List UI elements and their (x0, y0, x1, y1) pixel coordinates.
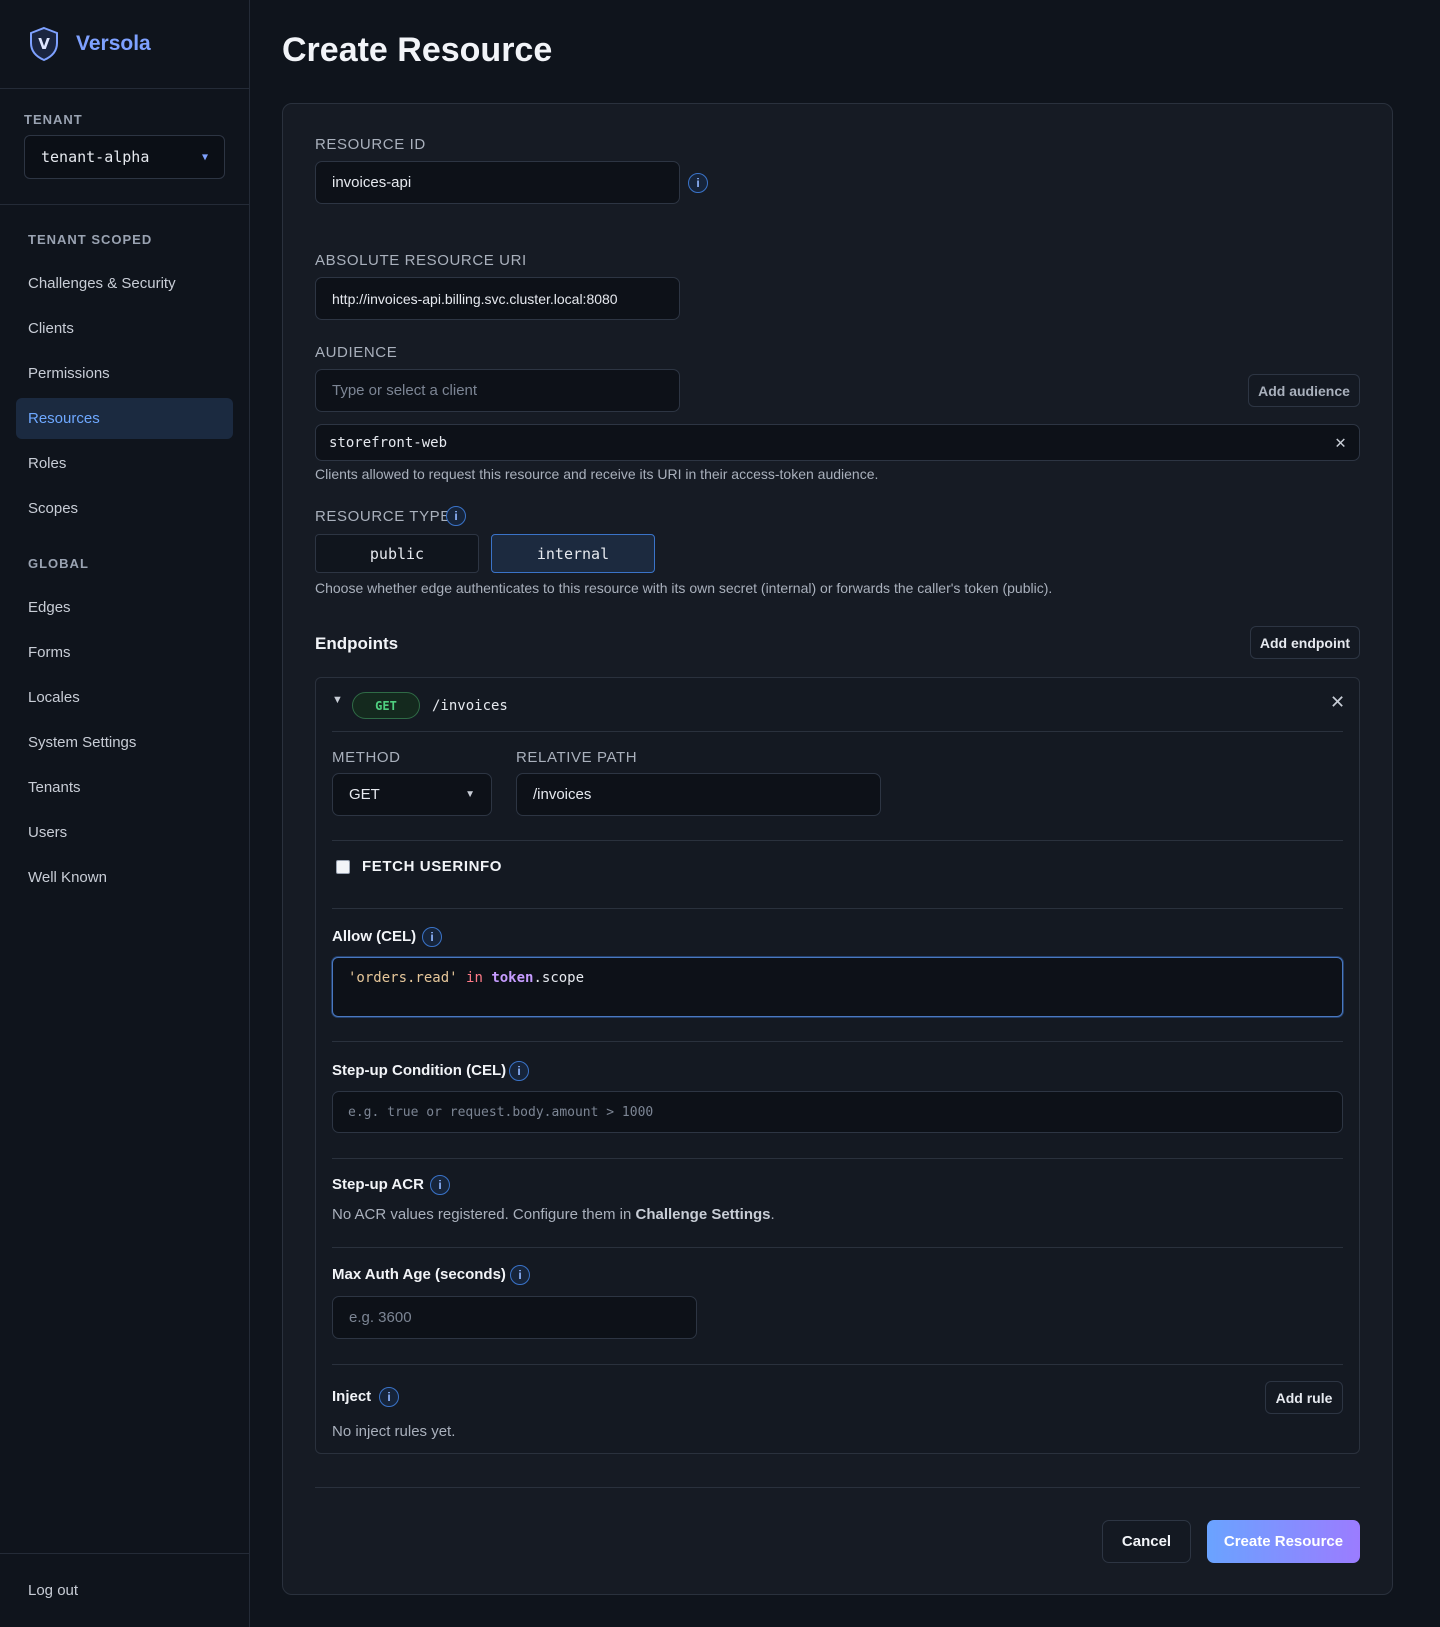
shield-logo-icon: V (30, 26, 58, 62)
sidebar-item-roles[interactable]: Roles (16, 443, 233, 484)
fetch-userinfo-label: FETCH USERINFO (362, 858, 503, 875)
resource-id-info-icon[interactable]: i (688, 173, 708, 193)
resource-type-info-icon[interactable]: i (446, 506, 466, 526)
divider (315, 1487, 1360, 1488)
method-label: METHOD (332, 749, 401, 766)
collapse-caret-icon[interactable]: ▼ (332, 694, 343, 706)
resource-type-public-button[interactable]: public (315, 534, 479, 573)
logout-link[interactable]: Log out (0, 1553, 249, 1627)
code-member-token: .scope (533, 970, 585, 986)
stepup-condition-input[interactable]: e.g. true or request.body.amount > 1000 (332, 1091, 1343, 1133)
allow-cel-label: Allow (CEL) (332, 928, 417, 945)
create-resource-button[interactable]: Create Resource (1207, 1520, 1360, 1563)
add-audience-button[interactable]: Add audience (1248, 374, 1360, 407)
sidebar-item-tenants[interactable]: Tenants (16, 767, 233, 808)
code-keyword-token: in (466, 970, 483, 986)
stepup-acr-message: No ACR values registered. Configure them… (332, 1206, 636, 1223)
cancel-button[interactable]: Cancel (1102, 1520, 1191, 1563)
resource-type-label: RESOURCE TYPE (315, 508, 451, 525)
method-select[interactable]: GET ▼ (332, 773, 492, 816)
endpoint-card: ▼ GET /invoices ✕ METHOD GET ▼ RELATIVE … (315, 677, 1360, 1454)
global-nav: GLOBAL Edges Forms Locales System Settin… (0, 533, 249, 898)
remove-audience-close-icon[interactable]: ✕ (1335, 432, 1346, 453)
max-auth-age-label: Max Auth Age (seconds) (332, 1266, 506, 1283)
inject-empty-text: No inject rules yet. (332, 1423, 456, 1440)
sidebar-item-clients[interactable]: Clients (16, 308, 233, 349)
sidebar-item-locales[interactable]: Locales (16, 677, 233, 718)
audience-label: AUDIENCE (315, 344, 398, 361)
divider (332, 1364, 1343, 1365)
relative-path-label: RELATIVE PATH (516, 749, 638, 766)
stepup-condition-info-icon[interactable]: i (509, 1061, 529, 1081)
fetch-userinfo-checkbox[interactable] (336, 860, 350, 874)
brand-name: Versola (76, 32, 151, 55)
absolute-uri-input[interactable]: http://invoices-api.billing.svc.cluster.… (315, 277, 680, 320)
divider (332, 840, 1343, 841)
divider (332, 731, 1343, 732)
code-string-token: 'orders.read' (348, 970, 458, 986)
sidebar-item-challenges-security[interactable]: Challenges & Security (16, 263, 233, 304)
audience-chip: storefront-web ✕ (315, 424, 1360, 461)
stepup-acr-period: . (770, 1206, 775, 1223)
chevron-down-icon: ▼ (465, 789, 475, 800)
tenant-scoped-nav: TENANT SCOPED Challenges & Security Clie… (0, 205, 249, 529)
resource-type-internal-button[interactable]: internal (491, 534, 655, 573)
sidebar: V Versola TENANT tenant-alpha ▼ TENANT S… (0, 0, 250, 1627)
global-label: GLOBAL (28, 555, 89, 571)
stepup-condition-label: Step-up Condition (CEL) (332, 1062, 507, 1079)
absolute-uri-label: ABSOLUTE RESOURCE URI (315, 252, 527, 269)
challenge-settings-link[interactable]: Challenge Settings (635, 1206, 770, 1223)
stepup-acr-text: No ACR values registered. Configure them… (332, 1206, 775, 1223)
resource-id-input[interactable]: invoices-api (315, 161, 680, 204)
resource-id-label: RESOURCE ID (315, 136, 426, 153)
sidebar-item-system-settings[interactable]: System Settings (16, 722, 233, 763)
tenant-select-value: tenant-alpha (41, 148, 150, 166)
endpoints-title: Endpoints (315, 634, 399, 653)
divider (332, 1041, 1343, 1042)
stepup-acr-info-icon[interactable]: i (430, 1175, 450, 1195)
stepup-acr-label: Step-up ACR (332, 1176, 424, 1193)
allow-cel-info-icon[interactable]: i (422, 927, 442, 947)
method-select-value: GET (349, 786, 380, 803)
brand: V Versola (0, 0, 249, 89)
endpoint-path-label: /invoices (432, 698, 508, 714)
tenant-scoped-label: TENANT SCOPED (28, 231, 153, 247)
sidebar-item-edges[interactable]: Edges (16, 587, 233, 628)
add-rule-button[interactable]: Add rule (1265, 1381, 1343, 1414)
resource-type-help-text: Choose whether edge authenticates to thi… (315, 580, 1053, 596)
sidebar-item-scopes[interactable]: Scopes (16, 488, 233, 529)
create-resource-card: RESOURCE ID invoices-api i ABSOLUTE RESO… (282, 103, 1393, 1595)
sidebar-item-permissions[interactable]: Permissions (16, 353, 233, 394)
max-auth-age-input[interactable]: e.g. 3600 (332, 1296, 697, 1339)
sidebar-item-forms[interactable]: Forms (16, 632, 233, 673)
code-identifier-token: token (491, 970, 534, 986)
allow-cel-editor[interactable]: 'orders.read' in token.scope (332, 957, 1343, 1017)
method-badge: GET (352, 692, 420, 719)
tenant-label: TENANT (24, 112, 83, 127)
svg-text:V: V (38, 35, 50, 53)
audience-input[interactable]: Type or select a client (315, 369, 680, 412)
divider (332, 1158, 1343, 1159)
tenant-select[interactable]: tenant-alpha ▼ (24, 135, 225, 179)
sidebar-item-users[interactable]: Users (16, 812, 233, 853)
audience-help-text: Clients allowed to request this resource… (315, 466, 879, 482)
audience-chip-label: storefront-web (329, 434, 448, 451)
inject-info-icon[interactable]: i (379, 1387, 399, 1407)
caret-down-icon: ▼ (201, 151, 208, 163)
sidebar-item-resources[interactable]: Resources (16, 398, 233, 439)
sidebar-item-well-known[interactable]: Well Known (16, 857, 233, 898)
divider (332, 908, 1343, 909)
inject-label: Inject (332, 1388, 372, 1405)
remove-endpoint-close-icon[interactable]: ✕ (1330, 692, 1345, 713)
page-title: Create Resource (282, 31, 553, 69)
add-endpoint-button[interactable]: Add endpoint (1250, 626, 1360, 659)
max-auth-age-info-icon[interactable]: i (510, 1265, 530, 1285)
divider (332, 1247, 1343, 1248)
tenant-selector-block: TENANT tenant-alpha ▼ (0, 89, 249, 205)
relative-path-input[interactable]: /invoices (516, 773, 881, 816)
